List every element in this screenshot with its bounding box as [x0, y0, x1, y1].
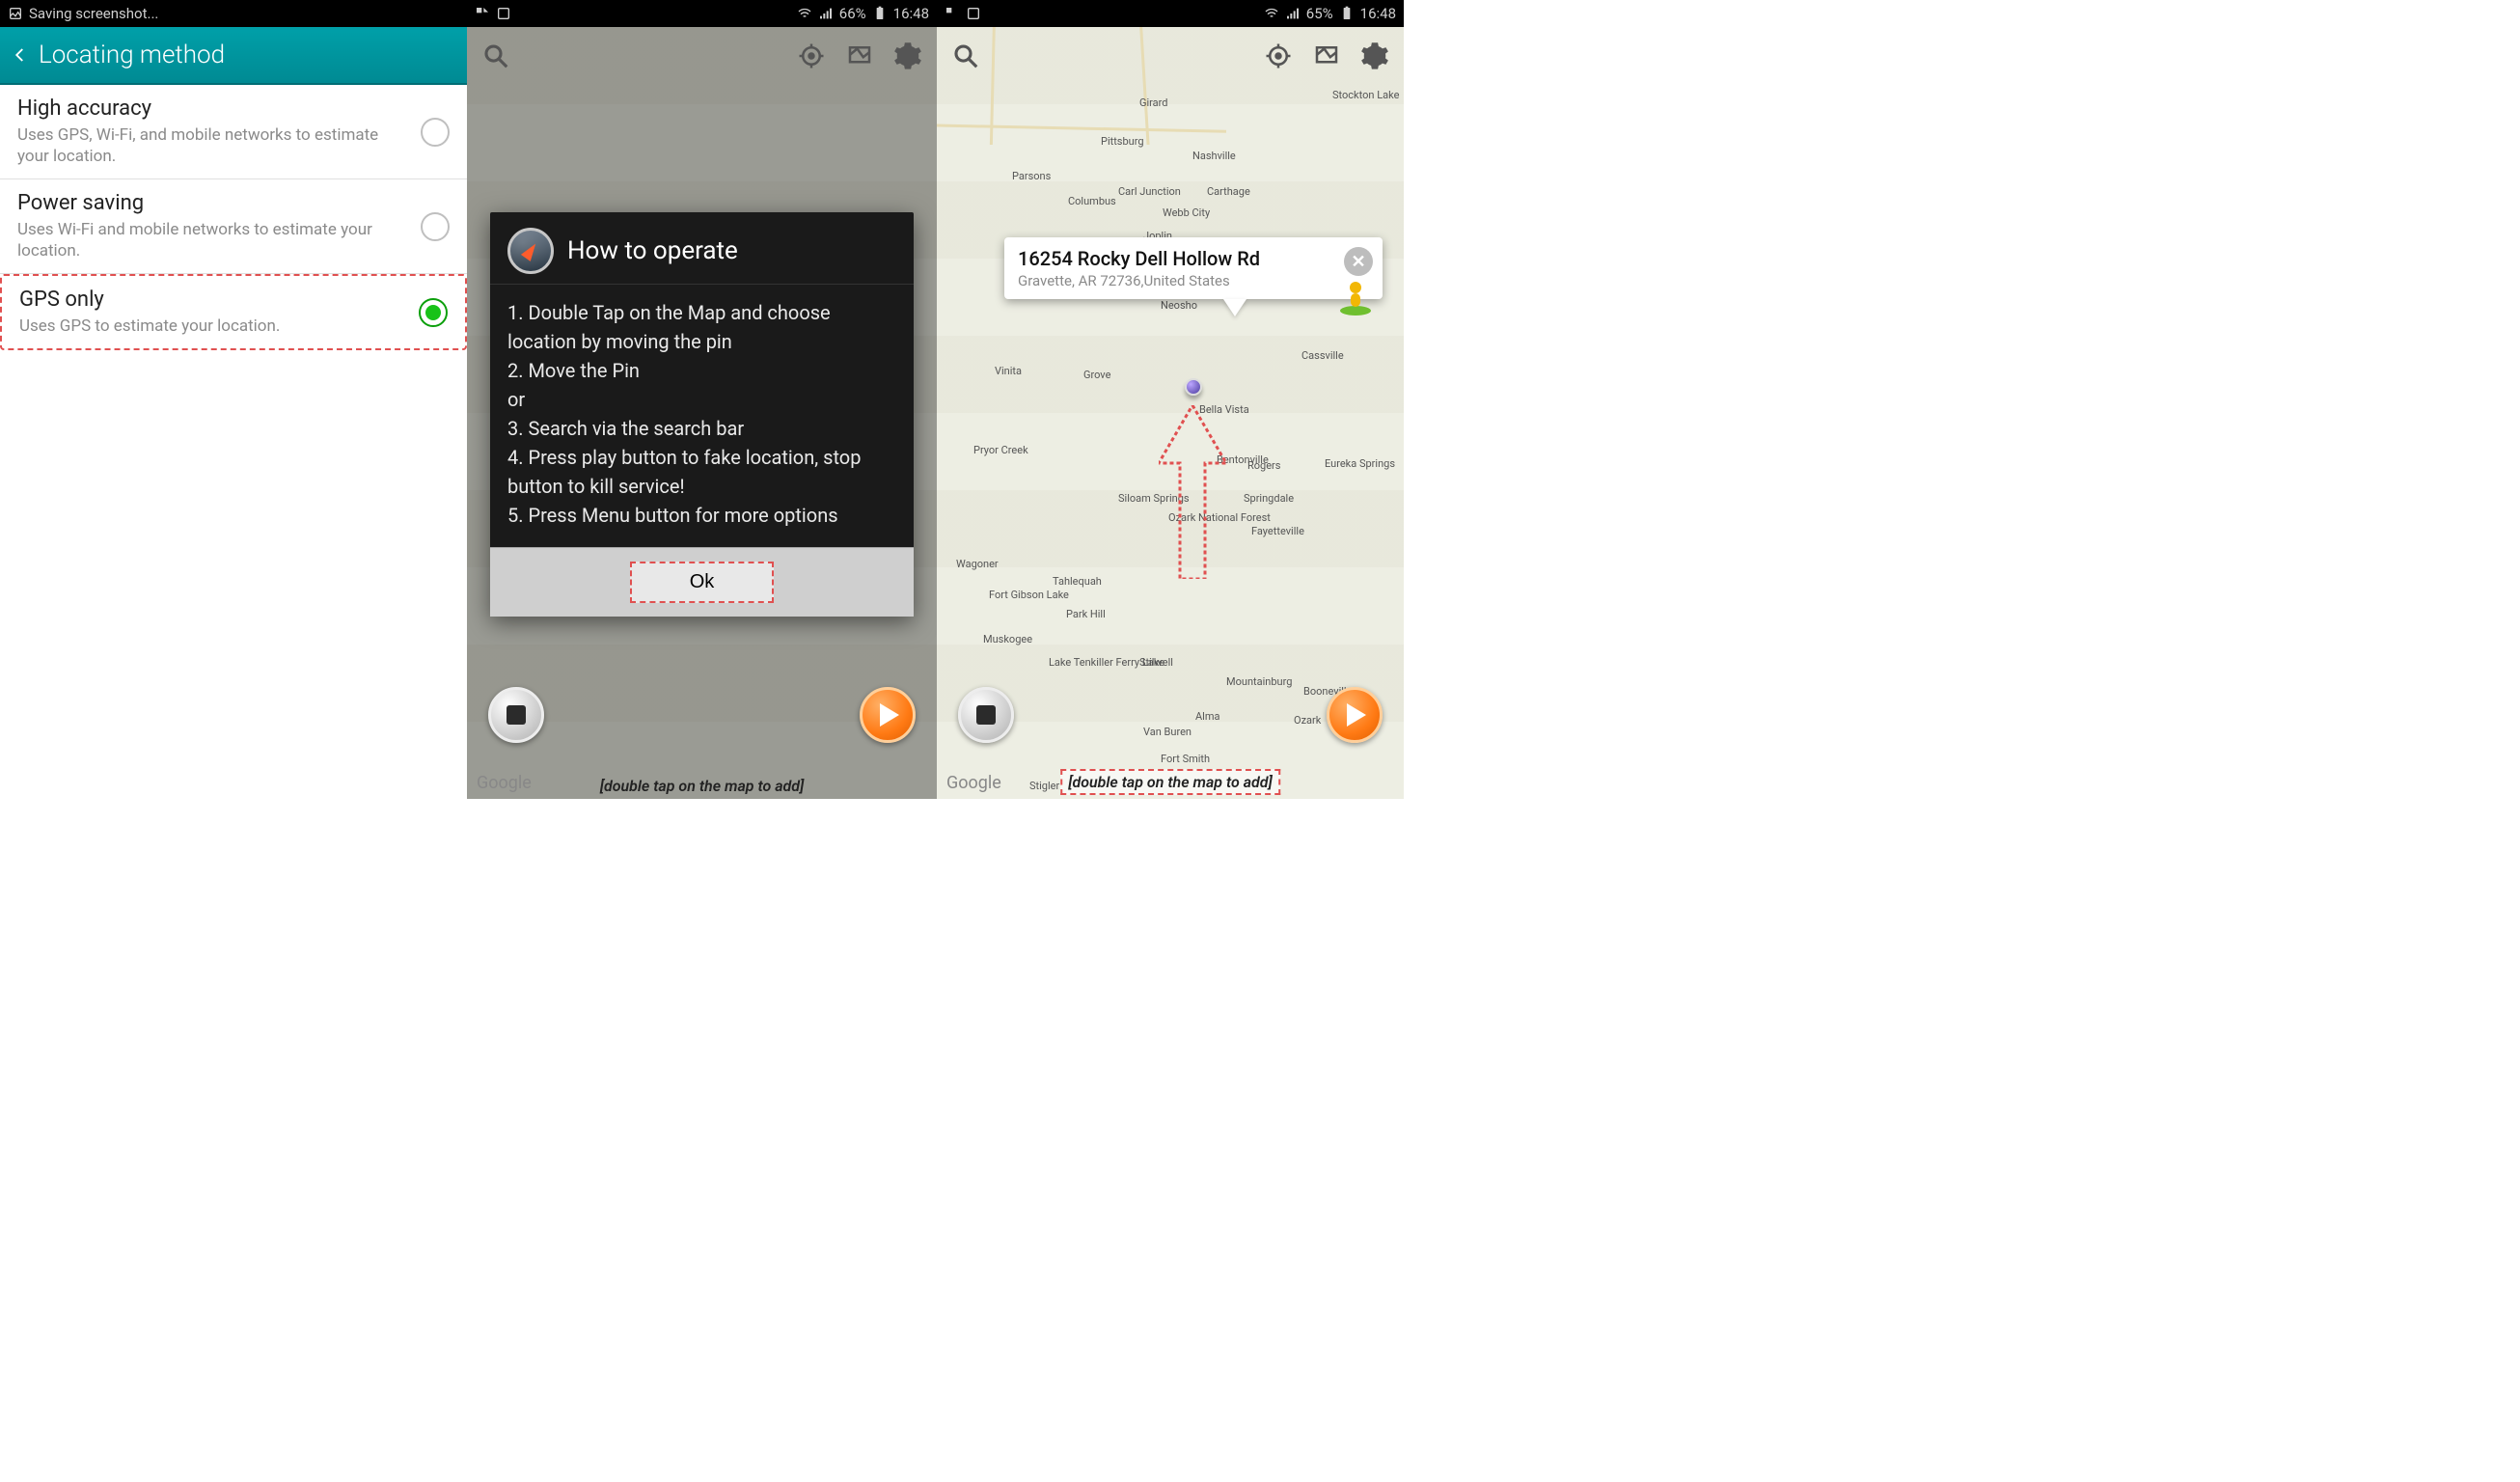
layers-icon[interactable]: [1305, 35, 1348, 77]
map-panel-dialog: 66% 16:48 How to operate 1. Double Tap o…: [467, 0, 937, 799]
map-city-label: Fort Gibson Lake: [989, 589, 1069, 601]
header: Locating method: [0, 27, 467, 85]
page-title: Locating method: [39, 41, 225, 69]
map-city-label: Vinita: [995, 365, 1022, 377]
location-callout[interactable]: 16254 Rocky Dell Hollow Rd Gravette, AR …: [1004, 237, 1383, 299]
map-city-label: Rogers: [1247, 459, 1280, 472]
location-pin-icon[interactable]: [1185, 378, 1202, 396]
play-button[interactable]: [1327, 687, 1383, 743]
map-city-label: Carthage: [1207, 185, 1250, 198]
status-bar: 66% 16:48: [467, 0, 937, 27]
google-logo: Google: [477, 773, 532, 793]
gear-icon[interactable]: [887, 35, 929, 77]
battery-pct: 65%: [1306, 5, 1333, 22]
back-icon[interactable]: [12, 41, 29, 69]
map-city-label: Carl Junction: [1118, 185, 1181, 198]
callout-city: Gravette, AR 72736,United States: [1018, 272, 1336, 289]
map-city-label: Muskogee: [983, 633, 1032, 645]
map-city-label: Parsons: [1012, 170, 1051, 182]
map-city-label: Webb City: [1163, 206, 1210, 219]
how-to-operate-dialog: How to operate 1. Double Tap on the Map …: [490, 212, 914, 617]
google-logo: Google: [946, 773, 1001, 793]
hint-text: [double tap on the map to add]: [1060, 769, 1280, 795]
map-city-label: Stigler: [1029, 780, 1059, 792]
signal-icon: [1285, 6, 1301, 21]
signal-icon: [818, 6, 834, 21]
map-city-label: Cassville: [1301, 349, 1344, 362]
play-button[interactable]: [860, 687, 916, 743]
close-icon[interactable]: ✕: [1344, 247, 1373, 276]
stop-button[interactable]: [958, 687, 1014, 743]
layers-icon[interactable]: [838, 35, 881, 77]
map-city-label: Pryor Creek: [973, 444, 1028, 456]
option-title: GPS only: [19, 288, 411, 312]
map-toolbar: [467, 31, 937, 81]
map-toolbar: [937, 31, 1404, 81]
locate-icon[interactable]: [1257, 35, 1300, 77]
map-city-label: Nashville: [1192, 150, 1236, 162]
map-city-label: Van Buren: [1143, 726, 1192, 738]
map-city-label: Alma: [1195, 710, 1219, 723]
map-city-label: Stockton Lake: [1332, 89, 1399, 101]
map-city-label: Girard: [1139, 96, 1168, 109]
ok-button[interactable]: Ok: [630, 562, 775, 603]
map-city-label: Ozark: [1294, 714, 1321, 727]
hint-text: [double tap on the map to add]: [600, 777, 805, 795]
map-city-label: Pittsburg: [1101, 135, 1144, 148]
app-icon: [475, 6, 490, 21]
map-city-label: Mountainburg: [1226, 675, 1292, 688]
option-high-accuracy[interactable]: High accuracy Uses GPS, Wi-Fi, and mobil…: [0, 85, 467, 179]
clock: 16:48: [893, 5, 929, 22]
status-bar: 65% 16:48: [937, 0, 1404, 27]
option-sub: Uses Wi-Fi and mobile networks to estima…: [17, 219, 413, 261]
map-city-label: Springdale: [1244, 492, 1294, 505]
wifi-icon: [797, 6, 812, 21]
search-icon[interactable]: [475, 35, 517, 77]
battery-icon: [872, 6, 888, 21]
battery-pct: 66%: [839, 5, 866, 22]
map-city-label: Columbus: [1068, 195, 1116, 207]
option-gps-only[interactable]: GPS only Uses GPS to estimate your locat…: [0, 274, 467, 350]
screenshot-icon: [966, 6, 981, 21]
map-city-label: Park Hill: [1066, 608, 1106, 620]
wifi-icon: [1264, 6, 1279, 21]
screenshot-icon: [8, 6, 23, 21]
screenshot-icon: [496, 6, 511, 21]
radio-unselected-icon[interactable]: [421, 118, 450, 147]
locate-icon[interactable]: [790, 35, 833, 77]
map-city-label: Tahlequah: [1053, 575, 1102, 588]
streetview-icon[interactable]: [1336, 278, 1375, 316]
search-icon[interactable]: [945, 35, 987, 77]
option-sub: Uses GPS to estimate your location.: [19, 316, 411, 337]
stop-button[interactable]: [488, 687, 544, 743]
battery-icon: [1339, 6, 1355, 21]
annotation-arrow-icon: [1159, 405, 1226, 579]
dialog-body-text: 1. Double Tap on the Map and choose loca…: [490, 285, 914, 547]
option-title: High accuracy: [17, 96, 413, 121]
map-city-label: Grove: [1083, 369, 1110, 381]
option-title: Power saving: [17, 191, 413, 215]
gear-icon[interactable]: [1354, 35, 1396, 77]
map-city-label: Fayetteville: [1251, 525, 1304, 537]
app-icon: [945, 6, 960, 21]
dialog-title: How to operate: [567, 236, 738, 265]
radio-selected-icon[interactable]: [419, 298, 448, 327]
map-panel-pin: Girard Stockton Lake Pittsburg Nashville Car…: [937, 0, 1404, 799]
map-city-label: Eureka Springs: [1325, 457, 1395, 470]
status-bar: Saving screenshot...: [0, 0, 467, 27]
radio-unselected-icon[interactable]: [421, 212, 450, 241]
map-city-label: Wagoner: [956, 558, 999, 570]
map-city-label: Stilwell: [1139, 656, 1173, 669]
status-saving-text: Saving screenshot...: [29, 5, 158, 22]
option-power-saving[interactable]: Power saving Uses Wi-Fi and mobile netwo…: [0, 179, 467, 274]
option-sub: Uses GPS, Wi-Fi, and mobile networks to …: [17, 124, 413, 167]
callout-address: 16254 Rocky Dell Hollow Rd: [1018, 247, 1336, 270]
map-city-label: Neosho: [1161, 299, 1197, 312]
map-city-label: Fort Smith: [1161, 753, 1210, 765]
clock: 16:48: [1360, 5, 1396, 22]
settings-panel: Saving screenshot... Locating method Hig…: [0, 0, 467, 799]
compass-icon: [507, 228, 554, 274]
